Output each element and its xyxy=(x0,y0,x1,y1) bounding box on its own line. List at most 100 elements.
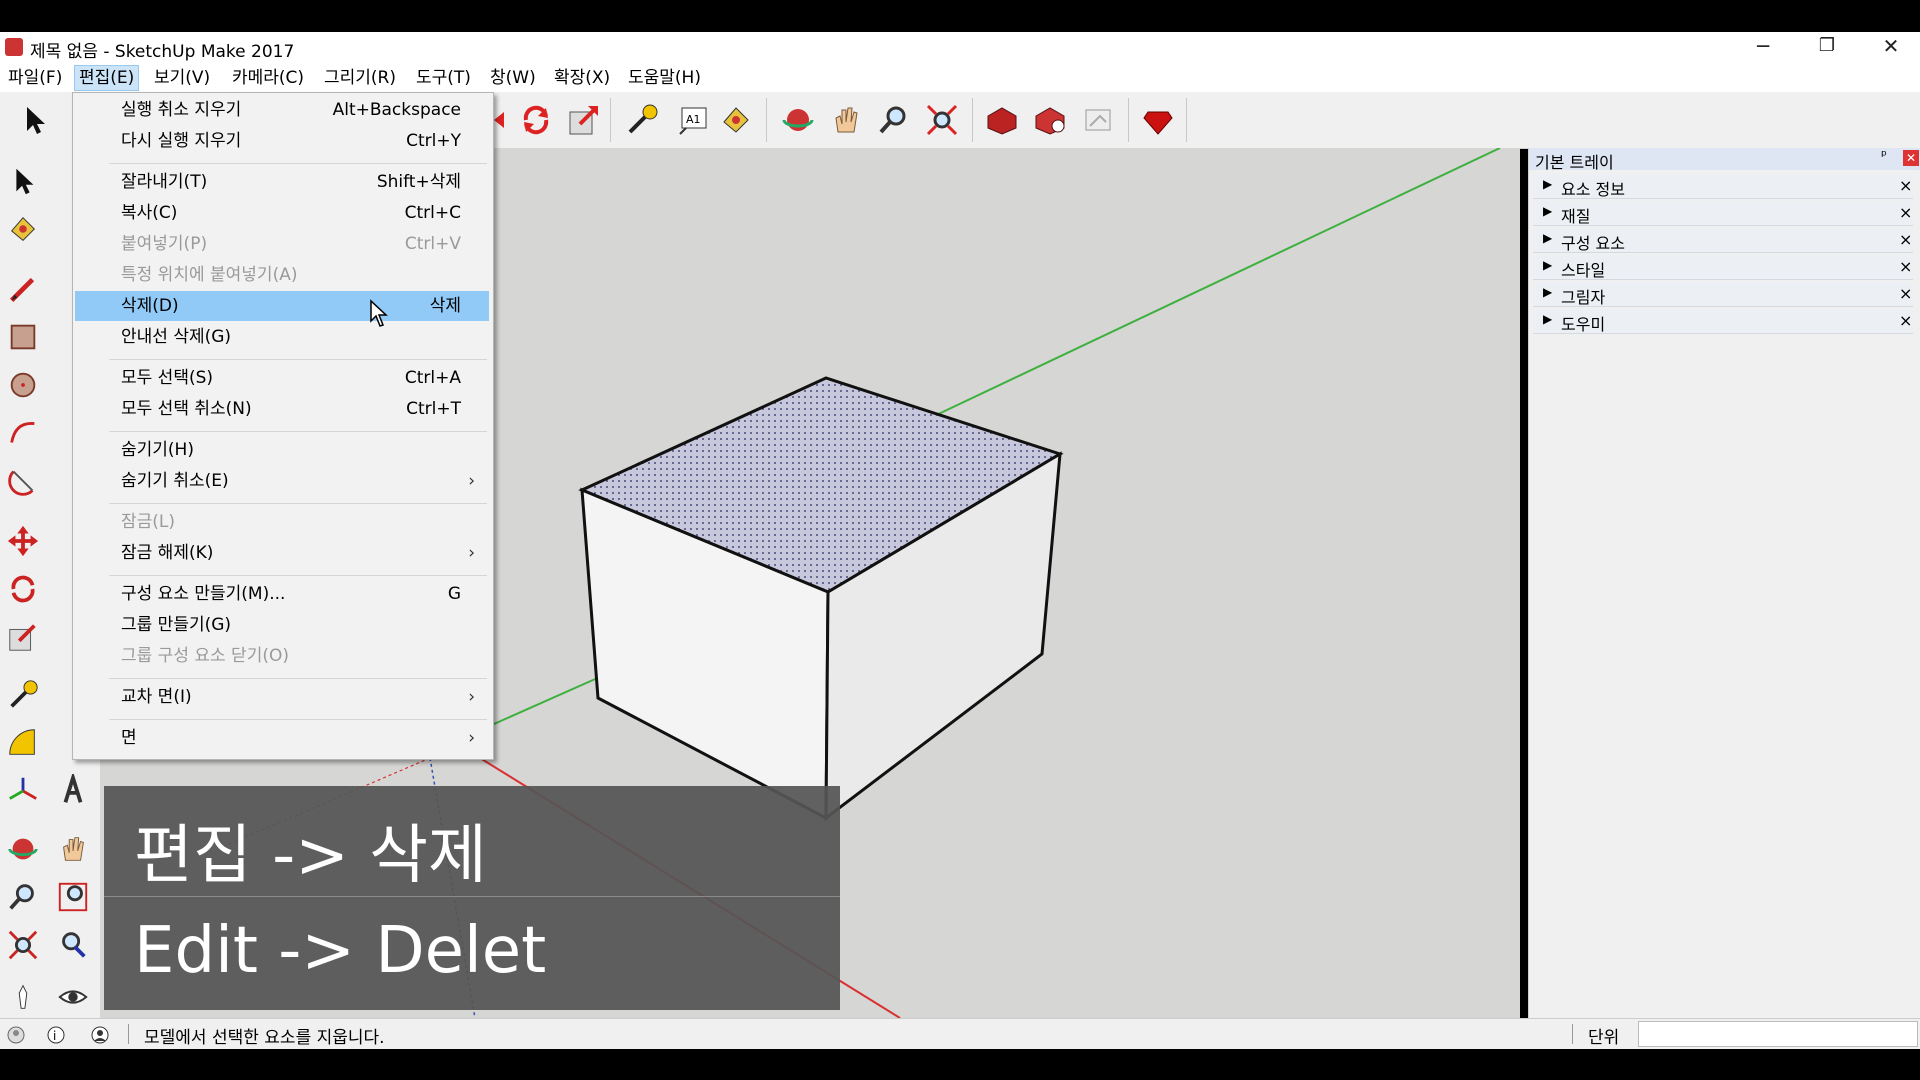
menu-item-intersect-faces[interactable]: 교차 면(I) › xyxy=(75,682,489,712)
panel-close-icon[interactable]: × xyxy=(1899,230,1912,249)
text-tool-icon[interactable]: A1 xyxy=(674,102,710,138)
tape-measure-tool-icon[interactable] xyxy=(6,678,40,712)
menu-item-delete[interactable]: 삭제(D) 삭제 xyxy=(75,291,489,327)
menu-camera[interactable]: 카메라(C) xyxy=(228,66,308,90)
menu-item-make-component[interactable]: 구성 요소 만들기(M)... G xyxy=(75,579,489,609)
menu-draw[interactable]: 그리기(R) xyxy=(320,66,400,90)
menu-bar: 파일(F) 편집(E) 보기(V) 카메라(C) 그리기(R) 도구(T) 창(… xyxy=(0,62,1920,92)
menu-item-face[interactable]: 면 › xyxy=(75,723,489,753)
menu-file[interactable]: 파일(F) xyxy=(4,66,66,90)
menu-window[interactable]: 창(W) xyxy=(486,66,540,90)
tray-panel-styles[interactable]: ▶ 스타일 × xyxy=(1533,255,1913,280)
submenu-arrow-icon: › xyxy=(468,728,475,748)
units-label: 단위 xyxy=(1588,1028,1620,1048)
zoom-extents-icon[interactable] xyxy=(924,102,960,138)
select-tool-icon[interactable] xyxy=(6,164,40,198)
restore-button[interactable]: ❐ xyxy=(1802,32,1852,62)
paint-bucket-tool-icon[interactable] xyxy=(6,212,40,246)
pan-tool-icon[interactable] xyxy=(56,832,90,866)
move-tool-icon[interactable] xyxy=(6,524,40,558)
menu-item-select-all[interactable]: 모두 선택(S) Ctrl+A xyxy=(75,363,489,393)
menu-separator xyxy=(109,431,487,432)
axes-tool-icon[interactable] xyxy=(6,774,40,808)
tray-panel-instructor[interactable]: ▶ 도우미 × xyxy=(1533,309,1913,334)
menu-item-redo[interactable]: 다시 실행 지우기 Ctrl+Y xyxy=(75,126,489,156)
panel-close-icon[interactable]: × xyxy=(1899,203,1912,222)
menu-item-make-group[interactable]: 그룹 만들기(G) xyxy=(75,610,489,640)
protractor-tool-icon[interactable] xyxy=(6,726,40,760)
geo-location-icon[interactable] xyxy=(6,1025,26,1045)
status-bar: i 모델에서 선택한 요소를 지웁니다. 단위 xyxy=(0,1018,1920,1049)
orbit-icon[interactable] xyxy=(780,102,816,138)
menu-item-unlock[interactable]: 잠금 해제(K) › xyxy=(75,538,489,568)
menu-view[interactable]: 보기(V) xyxy=(150,66,214,90)
previous-view-tool-icon[interactable] xyxy=(56,928,90,962)
zoom-icon[interactable] xyxy=(876,102,912,138)
tray-panel-label: 구성 요소 xyxy=(1561,234,1625,253)
measurements-box[interactable] xyxy=(1638,1021,1918,1047)
scale-icon[interactable] xyxy=(566,102,602,138)
panel-close-icon[interactable]: × xyxy=(1899,284,1912,303)
tape-measure-icon[interactable] xyxy=(624,102,660,138)
caption-english: Edit -> Delet xyxy=(134,914,547,988)
menu-item-select-none[interactable]: 모두 선택 취소(N) Ctrl+T xyxy=(75,394,489,424)
zoom-window-tool-icon[interactable] xyxy=(56,880,90,914)
credits-icon[interactable]: i xyxy=(46,1025,66,1045)
menu-item-copy[interactable]: 복사(C) Ctrl+C xyxy=(75,198,489,228)
menu-item-undo[interactable]: 실행 취소 지우기 Alt+Backspace xyxy=(75,95,489,125)
panel-close-icon[interactable]: × xyxy=(1899,176,1912,195)
ruby-console-icon[interactable] xyxy=(1140,102,1176,138)
status-message: 모델에서 선택한 요소를 지웁니다. xyxy=(144,1028,385,1048)
orbit-tool-icon[interactable] xyxy=(6,832,40,866)
rectangle-tool-icon[interactable] xyxy=(6,320,40,354)
minimize-button[interactable]: ─ xyxy=(1738,32,1788,62)
scale-tool-icon[interactable] xyxy=(6,620,40,654)
menu-item-close-group: 그룹 구성 요소 닫기(O) xyxy=(121,646,289,666)
tray-panel-entity-info[interactable]: ▶ 요소 정보 × xyxy=(1533,174,1913,199)
panel-close-icon[interactable]: × xyxy=(1899,311,1912,330)
circle-tool-icon[interactable] xyxy=(6,368,40,402)
edit-menu-dropdown: 실행 취소 지우기 Alt+Backspace 다시 실행 지우기 Ctrl+Y 잘… xyxy=(72,92,494,760)
caption-korean: 편집 -> 삭제 xyxy=(134,819,487,893)
menu-item-hide[interactable]: 숨기기(H) xyxy=(75,435,489,465)
tray-panel-label: 재질 xyxy=(1561,207,1591,226)
user-account-icon[interactable] xyxy=(90,1025,110,1045)
menu-extensions[interactable]: 확장(X) xyxy=(550,66,614,90)
window-title: 제목 없음 - SketchUp Make 2017 xyxy=(30,42,295,62)
menu-item-delete-guides[interactable]: 안내선 삭제(G) xyxy=(75,322,489,352)
sketchup-logo-icon xyxy=(5,38,23,56)
caption-divider xyxy=(104,896,840,897)
close-button[interactable]: ✕ xyxy=(1866,32,1916,62)
tray-panel-label: 그림자 xyxy=(1561,288,1606,307)
menu-tools[interactable]: 도구(T) xyxy=(412,66,475,90)
3d-text-tool-icon[interactable] xyxy=(56,774,90,808)
zoom-extents-tool-icon[interactable] xyxy=(6,928,40,962)
select-arrow-icon[interactable] xyxy=(16,102,52,138)
tray-panel-components[interactable]: ▶ 구성 요소 × xyxy=(1533,228,1913,253)
tray-close-icon[interactable]: ✕ xyxy=(1903,150,1919,166)
menu-item-paste-in-place: 특정 위치에 붙여넣기(A) xyxy=(121,265,298,285)
menu-edit[interactable]: 편집(E) xyxy=(74,65,140,91)
3d-warehouse-icon[interactable] xyxy=(984,102,1020,138)
pan-hand-icon[interactable] xyxy=(828,102,864,138)
tray-panel-materials[interactable]: ▶ 재질 × xyxy=(1533,201,1913,226)
send-to-layout-icon[interactable] xyxy=(1080,102,1116,138)
rotate-icon[interactable] xyxy=(518,102,554,138)
extension-warehouse-icon[interactable] xyxy=(1032,102,1068,138)
pie-tool-icon[interactable] xyxy=(6,464,40,498)
tray-pin-icon[interactable]: ᵖ xyxy=(1881,148,1887,164)
tray-panel-shadows[interactable]: ▶ 그림자 × xyxy=(1533,282,1913,307)
position-camera-tool-icon[interactable] xyxy=(6,980,40,1014)
look-around-eye-icon[interactable] xyxy=(56,980,90,1014)
menu-item-unhide[interactable]: 숨기기 취소(E) › xyxy=(75,466,489,496)
zoom-tool-icon[interactable] xyxy=(6,880,40,914)
tray-title: 기본 트레이 xyxy=(1535,153,1614,172)
arc-tool-icon[interactable] xyxy=(6,416,40,450)
line-pencil-icon[interactable] xyxy=(6,272,40,306)
menu-help[interactable]: 도움말(H) xyxy=(624,66,705,90)
expand-triangle-icon: ▶ xyxy=(1543,204,1553,218)
rotate-tool-icon[interactable] xyxy=(6,572,40,606)
paint-bucket-icon[interactable] xyxy=(718,102,754,138)
menu-item-cut[interactable]: 잘라내기(T) Shift+삭제 xyxy=(75,167,489,197)
panel-close-icon[interactable]: × xyxy=(1899,257,1912,276)
